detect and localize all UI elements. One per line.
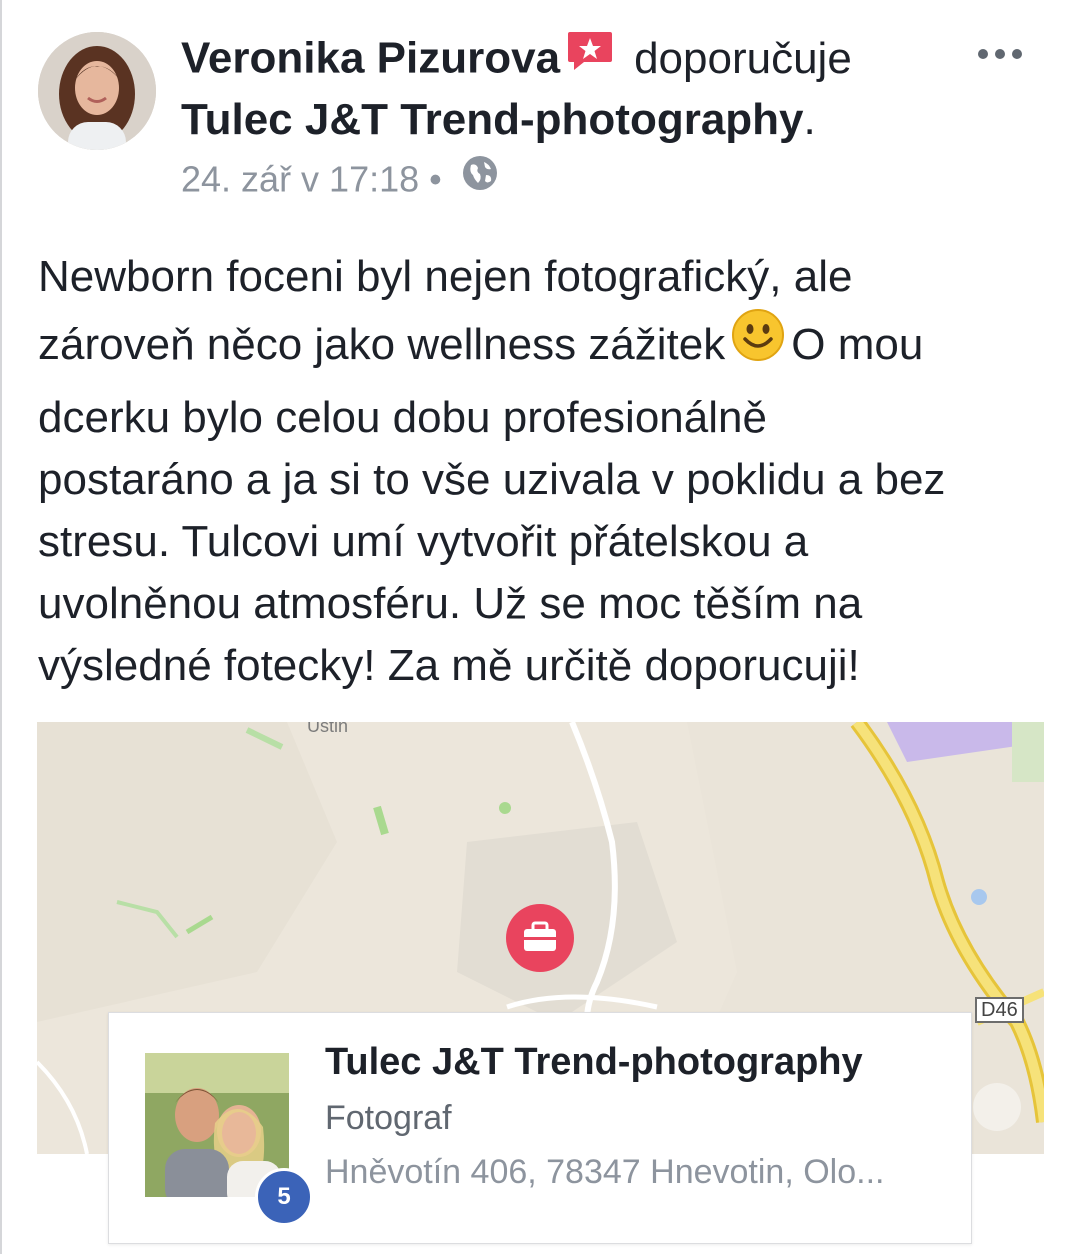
map-place-label: Ustin <box>307 722 349 736</box>
more-options-button[interactable] <box>975 34 1025 74</box>
header-period: . <box>803 95 816 144</box>
left-edge-divider <box>0 0 2 1254</box>
post-header: Veronika Pizurova doporučuje Tulec J&T Tre… <box>181 30 961 148</box>
smiley-emoji-icon <box>731 308 785 379</box>
avatar-photo <box>38 32 156 150</box>
globe-icon <box>462 155 498 203</box>
road-number-badge: D46 <box>975 997 1024 1023</box>
page-name-link[interactable]: Tulec J&T Trend-photography <box>181 95 804 144</box>
card-category: Fotograf <box>325 1099 452 1137</box>
card-page-title[interactable]: Tulec J&T Trend-photography <box>325 1041 863 1084</box>
recommendation-icon <box>566 30 614 86</box>
briefcase-pin-icon[interactable] <box>506 904 574 972</box>
post-body: Newborn foceni byl nejen fotografický, a… <box>38 246 1048 697</box>
meta-separator: • <box>429 158 442 200</box>
author-avatar[interactable] <box>38 32 156 150</box>
recommends-text: doporučuje <box>634 33 852 83</box>
card-address: Hněvotín 406, 78347 Hnevotin, Olo... <box>325 1153 885 1191</box>
rating-count-badge: 5 <box>255 1168 313 1226</box>
more-dots-icon <box>978 49 1022 59</box>
post-meta: 24. zář v 17:18 • <box>181 155 498 209</box>
page-info-card[interactable]: 5 Tulec J&T Trend-photography Fotograf H… <box>108 1012 972 1244</box>
post-text-part2: O mou dcerku bylo celou dobu profesionál… <box>38 320 946 690</box>
author-name[interactable]: Veronika Pizurova <box>181 34 560 83</box>
post-timestamp[interactable]: 24. zář v 17:18 <box>181 159 419 200</box>
